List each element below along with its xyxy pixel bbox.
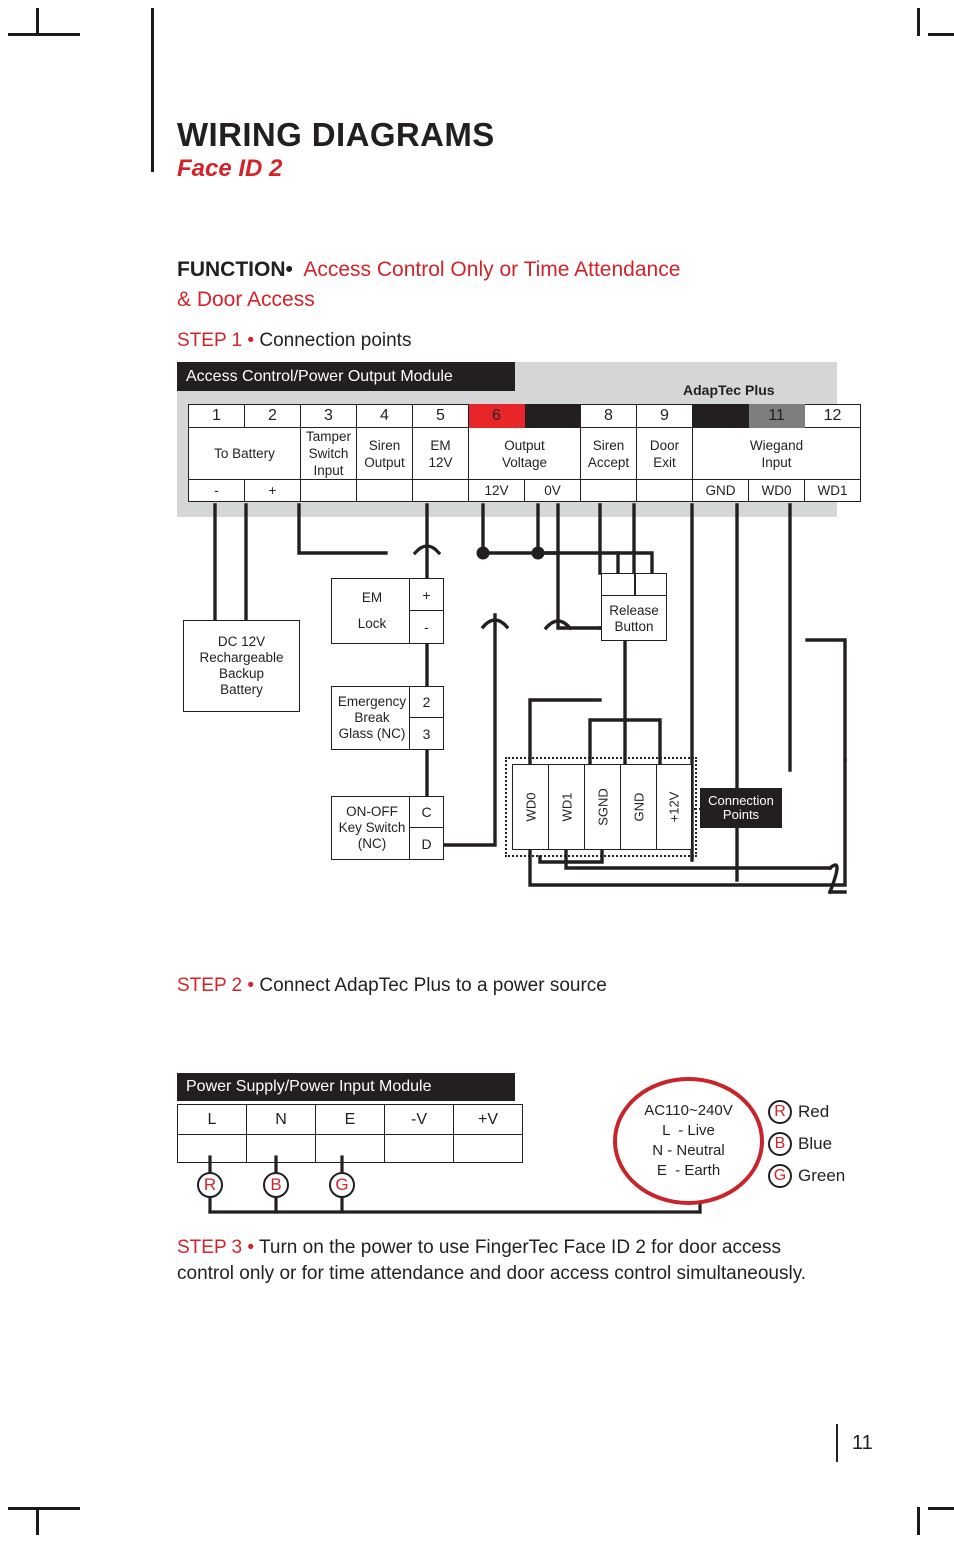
legend-item-blue: B Blue [768,1128,845,1160]
legend-label-red: Red [798,1102,830,1121]
step3-label: STEP 3 [177,1237,243,1258]
step2-heading: STEP 2 • Connect AdapTec Plus to a power… [177,975,607,997]
connection-points-tag-label: Connection Points [708,793,774,822]
power-supply-title: Power Supply/Power Input Module [186,1078,432,1095]
break-glass-terminal-3: 3 [422,725,431,742]
crop-mark-bottom-left-v [36,1507,39,1535]
key-switch-terminal-d: D [421,835,432,852]
power-supply-title-bar: Power Supply/Power Input Module [177,1073,515,1101]
junction-dot [531,546,545,560]
key-switch-terminal-c: C [410,797,443,828]
ac-voltage-note-circle: AC110~240V L - Live N - Neutral E - Eart… [613,1077,764,1205]
legend-label-green: Green [798,1166,846,1185]
page-number: 11 [852,1432,873,1454]
step2-text: Connect AdapTec Plus to a power source [259,975,607,996]
crop-mark-bottom-left-h [8,1507,80,1510]
power-supply-terminal-row: L N E -V +V [177,1104,523,1135]
release-button-label: Release Button [609,603,659,634]
crop-mark-bottom-right-v [917,1507,920,1535]
break-glass-terminal-2: 2 [410,687,443,718]
key-switch-box: ON-OFF Key Switch (NC) C D [331,796,444,860]
break-glass-terminals: 2 3 [409,687,443,749]
connection-pin-+12V: +12V [656,764,692,850]
key-switch-terminals: C D [409,797,443,859]
step3-heading: STEP 3 • Turn on the power to use Finger… [177,1235,827,1287]
release-button-contacts [602,574,666,596]
em-lock-terminals: + - [409,579,443,643]
battery-label: DC 12V Rechargeable Backup Battery [199,634,284,697]
connection-points-leader [694,808,706,810]
release-button-box: Release Button [601,573,667,641]
connection-pin-GND: GND [620,764,656,850]
connection-points-tag: Connection Points [700,788,782,828]
wiring-diagram [213,503,847,895]
legend-badge-blue: B [768,1132,792,1156]
connection-pin-WD1: WD1 [548,764,584,850]
legend-item-red: R Red [768,1096,845,1128]
connection-pin-WD0: WD0 [512,764,548,850]
crop-mark-bottom-right-h [928,1507,954,1510]
step3-text: Turn on the power to use FingerTec Face … [177,1237,807,1284]
wire-marker-blue: B [263,1172,289,1198]
legend-badge-green: G [768,1164,792,1188]
power-terminal-N: N [246,1104,316,1135]
power-terminal--V: -V [384,1104,454,1135]
em-lock-box: EM Lock + - [331,578,444,644]
step3-bullet: • [247,1237,255,1258]
power-terminal-+V: +V [453,1104,523,1135]
connection-points-strip: WD0 WD1 SGND GND +12V [512,764,692,850]
page-number-rule [836,1424,838,1462]
power-terminal-E: E [315,1104,385,1135]
junction-dot [476,546,490,560]
connection-pin-SGND: SGND [584,764,620,850]
step2-bullet: • [247,975,255,996]
wire-color-legend: R Red B Blue G Green [768,1096,845,1192]
ac-voltage-note: AC110~240V L - Live N - Neutral E - Eart… [644,1102,733,1179]
wire-marker-red: R [197,1172,223,1198]
power-terminal-L: L [177,1104,247,1135]
battery-box: DC 12V Rechargeable Backup Battery [183,620,300,712]
em-lock-terminal-plus: + [410,579,443,611]
emergency-break-glass-box: Emergency Break Glass (NC) 2 3 [331,686,444,750]
legend-label-blue: Blue [798,1134,833,1153]
step2-label: STEP 2 [177,975,243,996]
legend-badge-red: R [768,1100,792,1124]
wire-marker-green: G [329,1172,355,1198]
legend-item-green: G Green [768,1160,845,1192]
em-lock-terminal-minus: - [424,619,429,635]
